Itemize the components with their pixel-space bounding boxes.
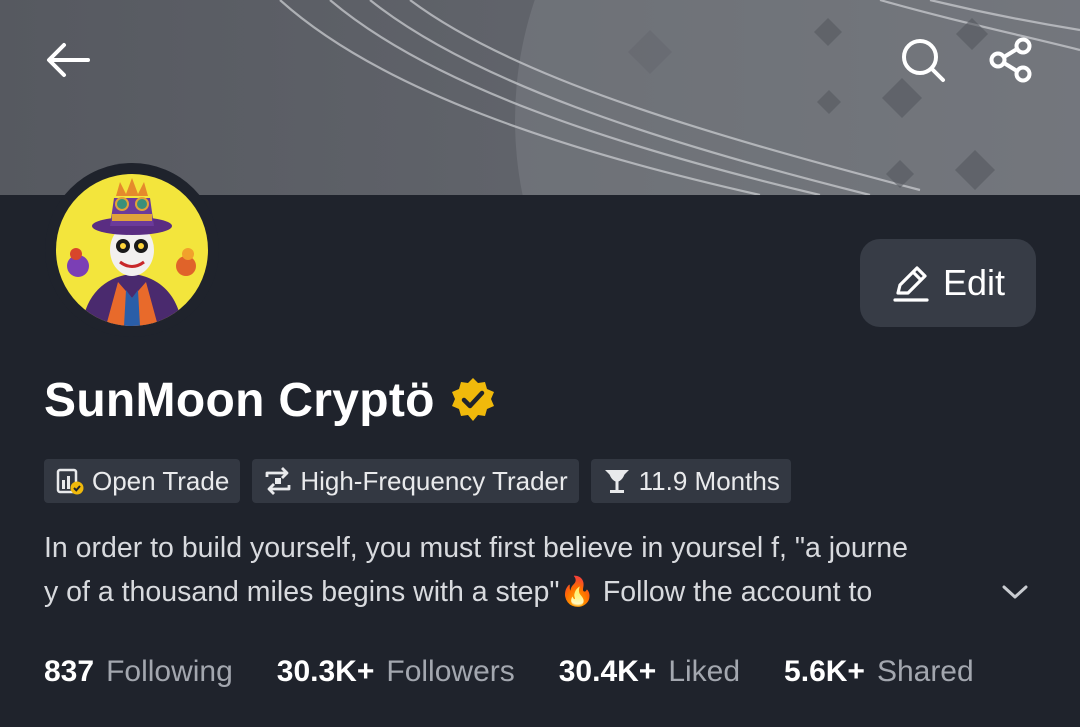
stat-label: Liked (668, 655, 741, 688)
stat-shared[interactable]: 5.6K+ Shared (784, 655, 974, 689)
verified-badge-icon (451, 378, 494, 421)
edit-label: Edit (942, 262, 1006, 303)
profile-name: SunMoon Cryptö (44, 373, 435, 427)
tag-months-trading[interactable]: 11.9 Months (590, 459, 791, 503)
avatar[interactable] (45, 163, 219, 337)
search-button[interactable] (893, 30, 953, 90)
stat-following[interactable]: 837 Following (44, 655, 233, 689)
share-button[interactable] (981, 30, 1041, 90)
edit-pencil-icon (893, 266, 929, 302)
profile-page: Edit SunMoon Cryptö Open Trade High-Freq… (0, 0, 1080, 727)
search-icon (902, 39, 945, 82)
stat-value: 30.4K+ (558, 655, 657, 688)
profile-bio: In order to build yourself, you must fir… (44, 526, 1034, 614)
tag-label: High-Frequency Trader (300, 465, 568, 496)
back-arrow-icon (47, 43, 90, 77)
bio-line-1: In order to build yourself, you must fir… (44, 532, 908, 564)
open-trade-icon (56, 468, 84, 495)
edit-profile-button[interactable]: Edit (860, 239, 1036, 327)
bio-line-2: y of a thousand miles begins with a step… (44, 576, 873, 608)
tag-label: 11.9 Months (638, 465, 780, 496)
stat-label: Shared (876, 655, 974, 688)
profile-tags: Open Trade High-Frequency Trader 11.9 Mo… (44, 459, 791, 503)
profile-name-row: SunMoon Cryptö (44, 368, 497, 432)
stat-value: 837 (44, 655, 95, 688)
stat-label: Following (106, 655, 233, 688)
stat-label: Followers (386, 655, 515, 688)
tag-high-frequency-trader[interactable]: High-Frequency Trader (252, 459, 579, 503)
stat-value: 5.6K+ (784, 655, 865, 688)
avatar-image (56, 174, 208, 326)
stat-liked[interactable]: 30.4K+ Liked (559, 655, 740, 689)
trophy-icon (604, 470, 629, 493)
bio-line-2-wrap: y of a thousand miles begins with a step… (44, 570, 1034, 614)
stat-value: 30.3K+ (276, 655, 375, 688)
back-button[interactable] (38, 30, 98, 90)
profile-stats: 837 Following 30.3K+ Followers 30.4K+ Li… (44, 650, 974, 694)
tag-open-trade[interactable]: Open Trade (44, 459, 241, 503)
expand-bio-button[interactable] (995, 574, 1035, 610)
cover-banner (0, 0, 1080, 195)
swap-arrows-icon (265, 467, 291, 495)
stat-followers[interactable]: 30.3K+ Followers (277, 655, 515, 689)
chevron-down-icon (1002, 585, 1028, 599)
share-icon (989, 37, 1032, 83)
tag-label: Open Trade (92, 465, 230, 496)
